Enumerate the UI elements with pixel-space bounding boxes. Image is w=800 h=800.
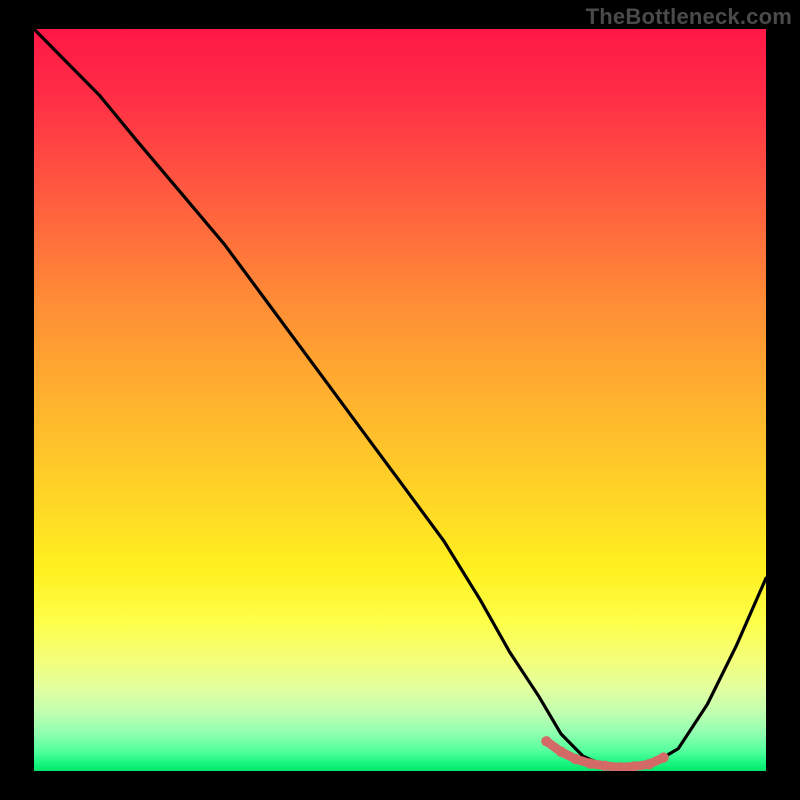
valley-dot [585,758,595,768]
valley-dot [658,752,668,762]
valley-dot [644,759,654,769]
valley-dot [541,736,551,746]
valley-marks [34,29,766,771]
valley-dot [600,761,610,771]
plot-area [34,29,766,771]
chart-frame: TheBottleneck.com [0,0,800,800]
watermark-text: TheBottleneck.com [586,4,792,30]
valley-dot [571,754,581,764]
valley-dot [556,747,566,757]
valley-marks-group [541,736,669,771]
